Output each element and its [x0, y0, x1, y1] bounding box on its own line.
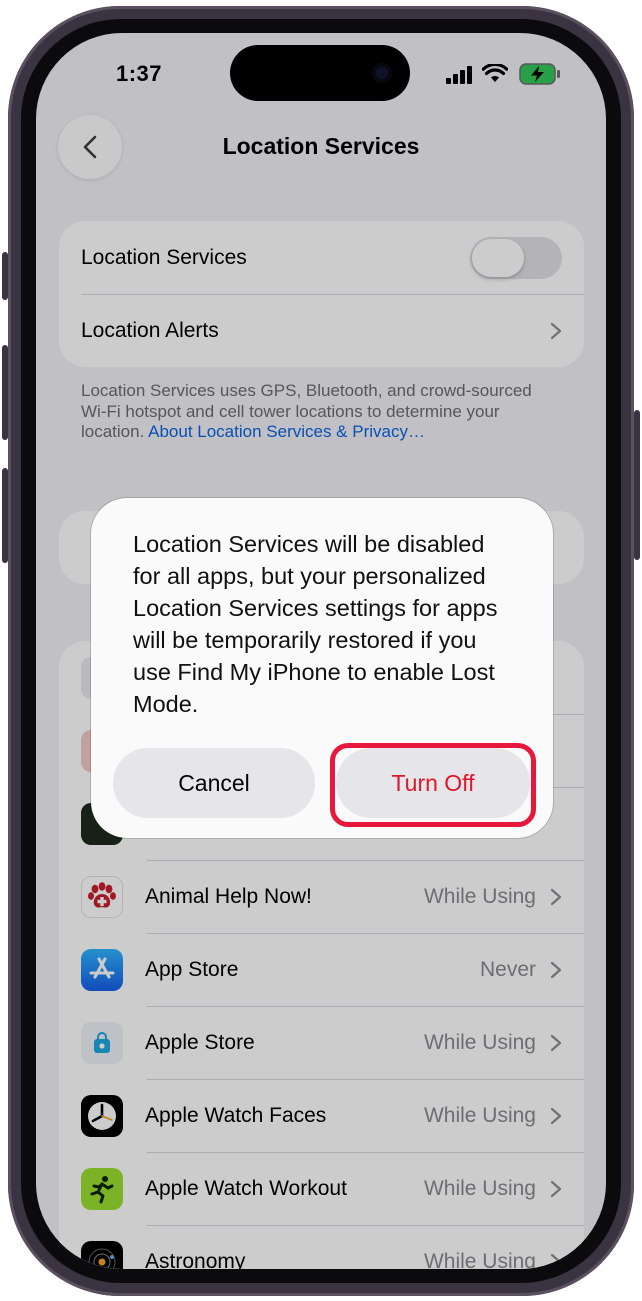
- page-title: Location Services: [222, 133, 420, 159]
- app-name: Apple Store: [145, 1030, 255, 1054]
- app-permission: While Using: [423, 884, 536, 908]
- app-permission: While Using: [423, 1103, 536, 1127]
- toggle-knob: [472, 238, 524, 277]
- app-name: App Store: [145, 957, 239, 981]
- location-alerts-label: Location Alerts: [81, 318, 219, 342]
- chevron-right-icon: [550, 1107, 562, 1124]
- app-name: Apple Watch Workout: [145, 1176, 347, 1200]
- location-alerts-row[interactable]: Location Alerts: [59, 294, 584, 367]
- dynamic-island: [230, 45, 410, 101]
- app-permission: While Using: [423, 1176, 536, 1200]
- location-services-toggle[interactable]: [470, 236, 562, 279]
- chevron-right-icon: [550, 1253, 562, 1269]
- app-name: Animal Help Now!: [145, 884, 312, 908]
- navigation-bar: Location Services: [36, 113, 606, 183]
- app-row-astronomy[interactable]: Astronomy While Using: [59, 1225, 584, 1269]
- app-row-apple-watch-faces[interactable]: Apple Watch Faces While Using: [59, 1079, 584, 1152]
- cancel-button[interactable]: Cancel: [113, 748, 315, 818]
- app-row-animal-help-now[interactable]: Animal Help Now! While Using: [59, 860, 584, 933]
- runner-icon: [81, 1167, 123, 1210]
- screen: 1:37 Location Services Location Services…: [36, 33, 606, 1269]
- chevron-right-icon: [550, 1034, 562, 1051]
- battery-charging-icon: [519, 63, 560, 85]
- app-permission: While Using: [423, 1249, 536, 1270]
- about-privacy-link[interactable]: About Location Services & Privacy…: [148, 422, 425, 441]
- alert-message: Location Services will be disabled for a…: [133, 531, 498, 717]
- camera-icon: [372, 63, 392, 83]
- location-services-description: Location Services uses GPS, Bluetooth, a…: [81, 381, 551, 443]
- status-time: 1:37: [116, 61, 163, 86]
- app-permission: While Using: [423, 1030, 536, 1054]
- chevron-right-icon: [550, 322, 562, 339]
- chevron-right-icon: [550, 1180, 562, 1197]
- cellular-signal-icon: [446, 66, 472, 84]
- chevron-right-icon: [550, 888, 562, 905]
- shopping-bag-icon: [81, 1021, 123, 1064]
- astronomy-icon: [81, 1240, 123, 1269]
- app-permission: Never: [479, 957, 536, 981]
- highlight-box: [330, 743, 536, 827]
- location-settings-group: Location Services Location Alerts: [59, 221, 584, 367]
- watch-face-icon: [81, 1094, 123, 1137]
- app-row-apple-store[interactable]: Apple Store While Using: [59, 1006, 584, 1079]
- location-services-row: Location Services: [59, 221, 584, 294]
- volume-up-button: [2, 345, 8, 440]
- volume-down-button: [2, 468, 8, 563]
- side-button: [634, 410, 640, 560]
- app-name: Astronomy: [145, 1249, 246, 1270]
- app-store-icon: [81, 948, 123, 991]
- app-name: Apple Watch Faces: [145, 1103, 327, 1127]
- app-row-apple-watch-workout[interactable]: Apple Watch Workout While Using: [59, 1152, 584, 1225]
- mute-switch: [2, 252, 8, 300]
- wifi-icon: [482, 64, 508, 82]
- paw-icon: [81, 875, 123, 918]
- chevron-right-icon: [550, 961, 562, 978]
- app-row-app-store[interactable]: App Store Never: [59, 933, 584, 1006]
- status-bar: 1:37: [36, 33, 606, 123]
- location-services-label: Location Services: [81, 245, 247, 269]
